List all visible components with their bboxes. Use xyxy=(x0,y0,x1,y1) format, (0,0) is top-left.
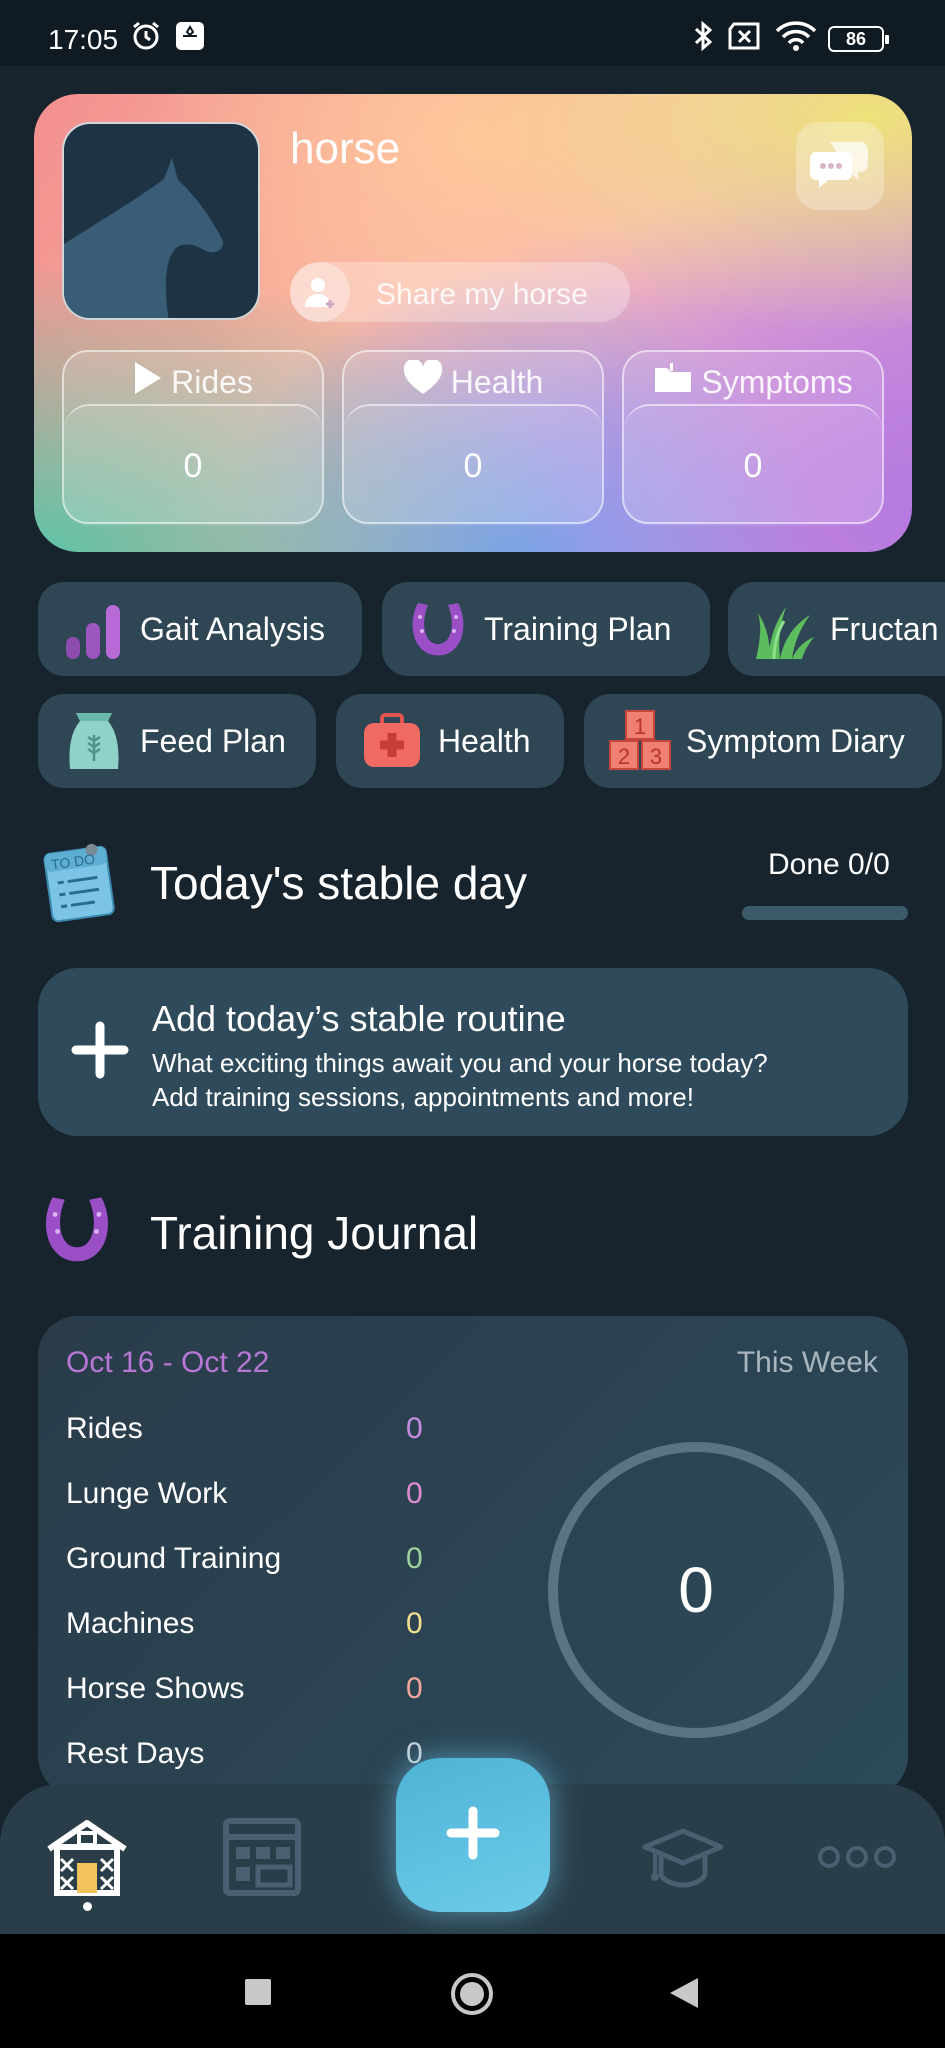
nav-calendar[interactable] xyxy=(217,1814,307,1904)
journal-row-label: Rest Days xyxy=(66,1737,205,1770)
journal-row-value: 0 xyxy=(406,1607,423,1640)
journal-row-label: Horse Shows xyxy=(66,1672,245,1705)
journal-row-value: 0 xyxy=(406,1412,423,1445)
stable-icon xyxy=(45,1815,129,1904)
alarm-icon xyxy=(130,20,162,52)
battery-indicator: 86 xyxy=(828,26,889,52)
stat-symptoms[interactable]: Symptoms 0 xyxy=(622,350,884,526)
journal-row-horse-shows: Horse Shows 0 xyxy=(66,1672,446,1712)
calendar-icon xyxy=(220,1815,304,1904)
number-blocks-icon: 123 xyxy=(608,709,672,773)
health-button[interactable]: Health xyxy=(336,694,564,788)
svg-text:3: 3 xyxy=(650,744,662,769)
svg-text:2: 2 xyxy=(618,744,630,769)
journal-row-value: 0 xyxy=(406,1672,423,1705)
feed-plan-button[interactable]: Feed Plan xyxy=(38,694,316,788)
stat-rides[interactable]: Rides 0 xyxy=(62,350,324,526)
status-bar: 17:05 86 xyxy=(0,0,945,66)
stat-symptoms-label: Symptoms xyxy=(701,363,853,400)
add-person-icon xyxy=(290,262,350,322)
back-icon[interactable] xyxy=(668,1976,700,2015)
more-icon xyxy=(815,1842,899,1877)
grass-icon xyxy=(752,597,816,661)
symptom-diary-label: Symptom Diary xyxy=(686,722,905,759)
add-routine-line-2: Add training sessions, appointments and … xyxy=(152,1082,694,1112)
nav-stable[interactable] xyxy=(42,1814,132,1904)
health-label: Health xyxy=(438,722,531,759)
svg-text:1: 1 xyxy=(634,714,646,739)
journal-row-label: Rides xyxy=(66,1412,143,1445)
today-title: Today's stable day xyxy=(150,857,528,909)
weekly-total-ring: 0 xyxy=(548,1442,844,1738)
add-routine-title: Add today’s stable routine xyxy=(152,998,566,1039)
done-progress-bar xyxy=(742,906,908,920)
journal-period: This Week xyxy=(736,1346,878,1379)
system-navigation-bar xyxy=(0,1934,945,2048)
nav-learn[interactable] xyxy=(638,1814,728,1904)
app-notification-icon xyxy=(174,20,206,52)
stat-rides-label: Rides xyxy=(171,363,253,400)
journal-row-label: Machines xyxy=(66,1607,195,1640)
training-journal-card[interactable]: Oct 16 - Oct 22 This Week Rides 0 Lunge … xyxy=(38,1316,908,1796)
status-time: 17:05 xyxy=(48,24,119,55)
share-horse-button[interactable]: Share my horse xyxy=(290,262,630,322)
journal-title: Training Journal xyxy=(150,1207,479,1259)
active-nav-indicator xyxy=(83,1902,92,1911)
no-sim-icon xyxy=(726,20,764,52)
journal-row-machines: Machines 0 xyxy=(66,1607,446,1647)
journal-date-range: Oct 16 - Oct 22 xyxy=(66,1346,270,1379)
gait-analysis-label: Gait Analysis xyxy=(140,610,325,647)
heart-icon xyxy=(403,358,443,404)
horse-profile-card: horse Share my horse Rides 0 Health 0 Sy… xyxy=(34,94,912,552)
journal-row-lunge-work: Lunge Work 0 xyxy=(66,1477,446,1517)
first-aid-kit-icon xyxy=(360,709,424,773)
stat-health-label: Health xyxy=(450,363,544,400)
feed-sack-icon xyxy=(62,709,126,773)
done-counter: Done 0/0 xyxy=(768,848,890,881)
journal-row-label: Lunge Work xyxy=(66,1477,228,1510)
fructan-label: Fructan xyxy=(830,610,939,647)
journal-row-rides: Rides 0 xyxy=(66,1412,446,1452)
stat-health[interactable]: Health 0 xyxy=(342,350,604,526)
graduation-cap-icon xyxy=(641,1815,725,1904)
share-horse-label: Share my horse xyxy=(376,278,588,311)
add-icon xyxy=(446,1806,500,1865)
fructan-button[interactable]: Fructan xyxy=(728,582,945,676)
add-entry-fab[interactable] xyxy=(396,1758,550,1912)
stat-rides-value: 0 xyxy=(64,404,322,526)
add-routine-card[interactable]: Add today’s stable routine What exciting… xyxy=(38,968,908,1136)
folder-icon xyxy=(653,362,693,402)
journal-row-value: 0 xyxy=(406,1477,423,1510)
horse-avatar[interactable] xyxy=(62,122,260,320)
journal-row-ground-training: Ground Training 0 xyxy=(66,1542,446,1582)
training-plan-label: Training Plan xyxy=(484,610,672,647)
training-plan-button[interactable]: Training Plan xyxy=(382,582,710,676)
nav-more[interactable] xyxy=(812,1814,902,1904)
add-routine-line-1: What exciting things await you and your … xyxy=(152,1048,768,1078)
journal-row-rest-days: Rest Days 0 xyxy=(66,1737,446,1777)
home-icon[interactable] xyxy=(450,1972,494,2021)
bluetooth-icon xyxy=(690,20,716,52)
wifi-icon xyxy=(774,20,818,52)
play-icon xyxy=(133,360,163,404)
add-routine-description: What exciting things await you and your … xyxy=(152,1046,892,1114)
plus-icon xyxy=(70,1020,130,1080)
horseshoe-icon xyxy=(38,1190,116,1273)
gait-analysis-button[interactable]: Gait Analysis xyxy=(38,582,362,676)
chat-button[interactable] xyxy=(796,122,884,210)
journal-row-value: 0 xyxy=(406,1542,423,1575)
stat-health-value: 0 xyxy=(344,404,602,526)
chat-bubbles-icon xyxy=(810,138,870,195)
journal-row-label: Ground Training xyxy=(66,1542,282,1575)
recents-icon[interactable] xyxy=(244,1978,272,2011)
stat-symptoms-value: 0 xyxy=(624,404,882,526)
symptom-diary-button[interactable]: 123 Symptom Diary xyxy=(584,694,942,788)
feed-plan-label: Feed Plan xyxy=(140,722,286,759)
todo-notepad-icon: TO DO xyxy=(40,842,118,929)
horseshoe-icon xyxy=(406,597,470,661)
bar-chart-icon xyxy=(62,597,126,661)
horse-name: horse xyxy=(290,124,401,173)
